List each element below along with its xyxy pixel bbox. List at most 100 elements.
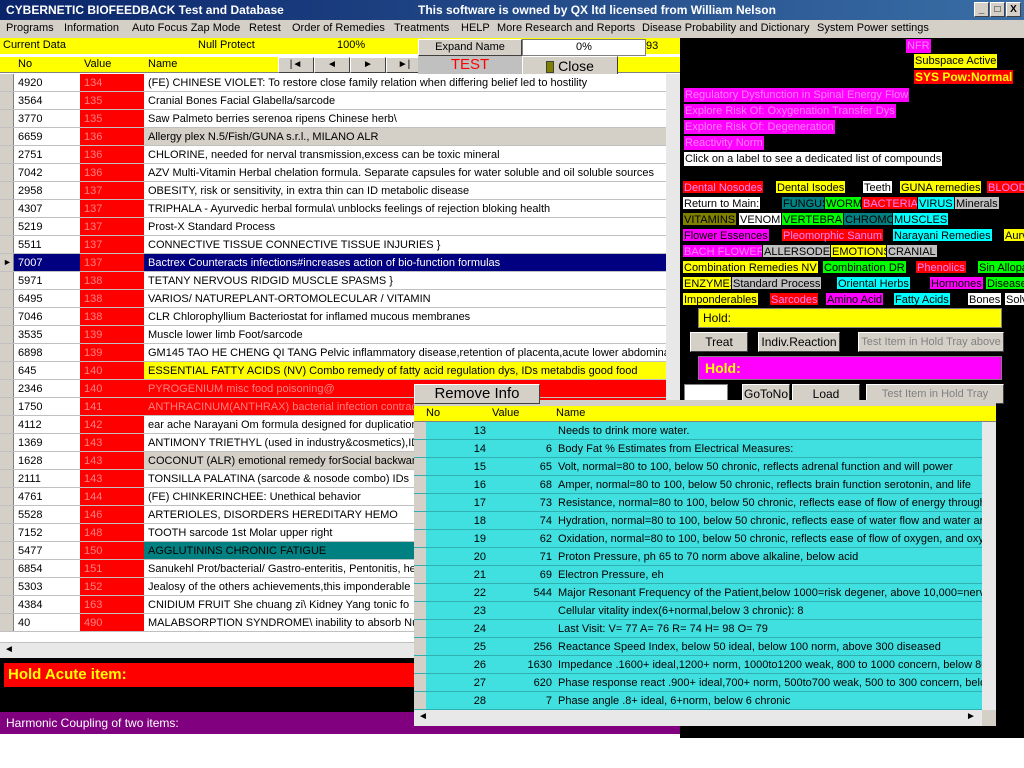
category-tag[interactable]: Phenolics — [915, 260, 967, 274]
popup-row[interactable]: 14 6 Body Fat % Estimates from Electrical … — [414, 440, 982, 458]
row-indicator[interactable] — [0, 128, 14, 145]
row-indicator[interactable] — [0, 164, 14, 181]
popup-row[interactable]: 21 69 Electron Pressure, eh — [414, 566, 982, 584]
row-indicator[interactable] — [0, 416, 14, 433]
row-indicator[interactable] — [0, 182, 14, 199]
table-row[interactable]: 3770 135 Saw Palmeto berries serenoa ripen… — [0, 110, 666, 128]
row-indicator[interactable] — [0, 542, 14, 559]
category-tag[interactable]: Pleomorphic Sanum — [781, 228, 885, 242]
nav-first-button[interactable]: |◄ — [278, 57, 314, 73]
table-row[interactable]: 5511 137 CONNECTIVE TISSUE CONNECTIVE TISS… — [0, 236, 666, 254]
category-tag[interactable]: Diseases — [985, 276, 1024, 290]
row-indicator[interactable] — [0, 470, 14, 487]
row-indicator[interactable] — [0, 398, 14, 415]
menu-retest[interactable]: Retest — [249, 22, 281, 34]
nav-prev-button[interactable]: ◄ — [314, 57, 350, 73]
menu-auto-focus[interactable]: Auto Focus Zap Mode — [132, 22, 240, 34]
table-row[interactable]: 4307 137 TRIPHALA - Ayurvedic herbal formu… — [0, 200, 666, 218]
table-row[interactable]: 3535 139 Muscle lower limb Foot/sarcode — [0, 326, 666, 344]
table-row[interactable]: 3564 135 Cranial Bones Facial Glabella/sar… — [0, 92, 666, 110]
popup-scroll-left-icon[interactable]: ◄ — [418, 711, 428, 722]
row-indicator[interactable] — [0, 308, 14, 325]
menu-research-reports[interactable]: More Research and Reports — [497, 22, 635, 34]
row-indicator[interactable]: ► — [0, 254, 14, 271]
table-row[interactable]: 5971 138 TETANY NERVOUS RIDGID MUSCLE SPAS… — [0, 272, 666, 290]
menu-help[interactable]: HELP — [461, 22, 490, 34]
menu-system-power[interactable]: System Power settings — [817, 22, 929, 34]
hold-acute-item[interactable]: Hold Acute item: — [4, 663, 414, 687]
category-tag[interactable]: Return to Main: — [682, 196, 762, 210]
row-indicator[interactable] — [0, 236, 14, 253]
category-tag[interactable]: BACTERIA — [861, 196, 921, 210]
close-window-button[interactable]: X — [1006, 2, 1021, 17]
category-tag[interactable]: Combination Remedies NV — [682, 260, 819, 274]
row-indicator[interactable] — [0, 200, 14, 217]
popup-row[interactable]: 19 62 Oxidation, normal=80 to 100, below 5… — [414, 530, 982, 548]
category-tag[interactable]: Fatty Acids — [893, 292, 951, 306]
table-row[interactable]: 6659 136 Allergy plex N.5/Fish/GUNA s.r.l.… — [0, 128, 666, 146]
category-tag[interactable]: MUSCLES — [892, 212, 950, 226]
popup-row[interactable]: 15 65 Volt, normal=80 to 100, below 50 chr… — [414, 458, 982, 476]
popup-row-indicator[interactable] — [414, 494, 426, 511]
row-indicator[interactable] — [0, 434, 14, 451]
popup-scroll-right-icon[interactable]: ► — [966, 711, 976, 722]
link-oxygenation[interactable]: Explore Risk Of: Oxygenation Transfer Dy… — [684, 104, 896, 118]
category-tag[interactable]: VITAMINS — [682, 212, 738, 226]
table-row[interactable]: 645 140 ESSENTIAL FATTY ACIDS (NV) Combo r… — [0, 362, 666, 380]
popup-row-indicator[interactable] — [414, 602, 426, 619]
table-row[interactable]: 2346 140 PYROGENIUM misc food poisoning@ — [0, 380, 666, 398]
row-indicator[interactable] — [0, 272, 14, 289]
table-row[interactable]: 2958 137 OBESITY, risk or sensitivity, in … — [0, 182, 666, 200]
table-row[interactable]: 7042 136 AZV Multi-Vitamin Herbal chelatio… — [0, 164, 666, 182]
popup-row[interactable]: 26 1630 Impedance .1600+ ideal,1200+ norm,… — [414, 656, 982, 674]
category-tag[interactable]: Sin Allopathics — [977, 260, 1024, 274]
popup-row[interactable]: 28 7 Phase angle .8+ ideal, 6+norm, below … — [414, 692, 982, 710]
category-tag[interactable]: CRANIAL — [886, 244, 938, 258]
row-indicator[interactable] — [0, 524, 14, 541]
table-row[interactable]: 5219 137 Prost-X Standard Process — [0, 218, 666, 236]
row-indicator[interactable] — [0, 74, 14, 91]
table-row[interactable]: 6495 138 VARIOS/ NATUREPLANT-ORTOMOLECULAR… — [0, 290, 666, 308]
popup-row[interactable]: 25 256 Reactance Speed Index, below 50 ide… — [414, 638, 982, 656]
category-tag[interactable]: Solvents — [1004, 292, 1024, 306]
category-tag[interactable]: Dental Nosodes — [682, 180, 765, 194]
row-indicator[interactable] — [0, 560, 14, 577]
link-degeneration[interactable]: Explore Risk Of: Degeneration — [684, 120, 835, 134]
popup-row[interactable]: 13 Needs to drink more water. — [414, 422, 982, 440]
treat-button[interactable]: Treat — [690, 332, 748, 352]
table-row[interactable]: ► 7007 137 Bactrex Counteracts infections#i… — [0, 254, 666, 272]
row-indicator[interactable] — [0, 488, 14, 505]
category-tag[interactable]: Combination DR — [822, 260, 907, 274]
close-button[interactable]: Close — [522, 56, 618, 76]
grid-hscroll[interactable]: ◄ — [0, 642, 420, 658]
test-label[interactable]: TEST — [418, 56, 522, 74]
menu-information[interactable]: Information — [64, 22, 119, 34]
test-item-hold-tray-button-1[interactable]: Test Item in Hold Tray above — [858, 332, 1004, 352]
popup-vscroll[interactable] — [982, 422, 996, 710]
popup-row-indicator[interactable] — [414, 674, 426, 691]
row-indicator[interactable] — [0, 578, 14, 595]
table-row[interactable]: 7046 138 CLR Chlorophyllium Bacteriostat f… — [0, 308, 666, 326]
popup-row[interactable]: 27 620 Phase response react .900+ ideal,70… — [414, 674, 982, 692]
popup-row[interactable]: 16 68 Amper, normal=80 to 100, below 50 ch… — [414, 476, 982, 494]
menu-treatments[interactable]: Treatments — [394, 22, 449, 34]
category-tag[interactable]: Oriental Herbs — [836, 276, 911, 290]
row-indicator[interactable] — [0, 218, 14, 235]
category-tag[interactable]: Flower Essences — [682, 228, 770, 242]
popup-hscroll[interactable]: ◄ ► — [414, 710, 982, 726]
row-indicator[interactable] — [0, 110, 14, 127]
row-indicator[interactable] — [0, 92, 14, 109]
popup-row-indicator[interactable] — [414, 476, 426, 493]
popup-row[interactable]: 23 Cellular vitality index(6+normal,below… — [414, 602, 982, 620]
category-tag[interactable]: VIRUS — [917, 196, 955, 210]
nav-next-button[interactable]: ► — [350, 57, 386, 73]
hold-field-1[interactable]: Hold: — [698, 308, 1002, 328]
remove-info-button[interactable]: Remove Info — [414, 384, 540, 404]
popup-row[interactable]: 18 74 Hydration, normal=80 to 100, below 5… — [414, 512, 982, 530]
row-indicator[interactable] — [0, 614, 14, 631]
category-tag[interactable]: BLOOD — [986, 180, 1024, 194]
scroll-left-icon[interactable]: ◄ — [4, 644, 14, 655]
row-indicator[interactable] — [0, 326, 14, 343]
table-row[interactable]: 4920 134 (FE) CHINESE VIOLET: To restore c… — [0, 74, 666, 92]
popup-row-indicator[interactable] — [414, 422, 426, 439]
